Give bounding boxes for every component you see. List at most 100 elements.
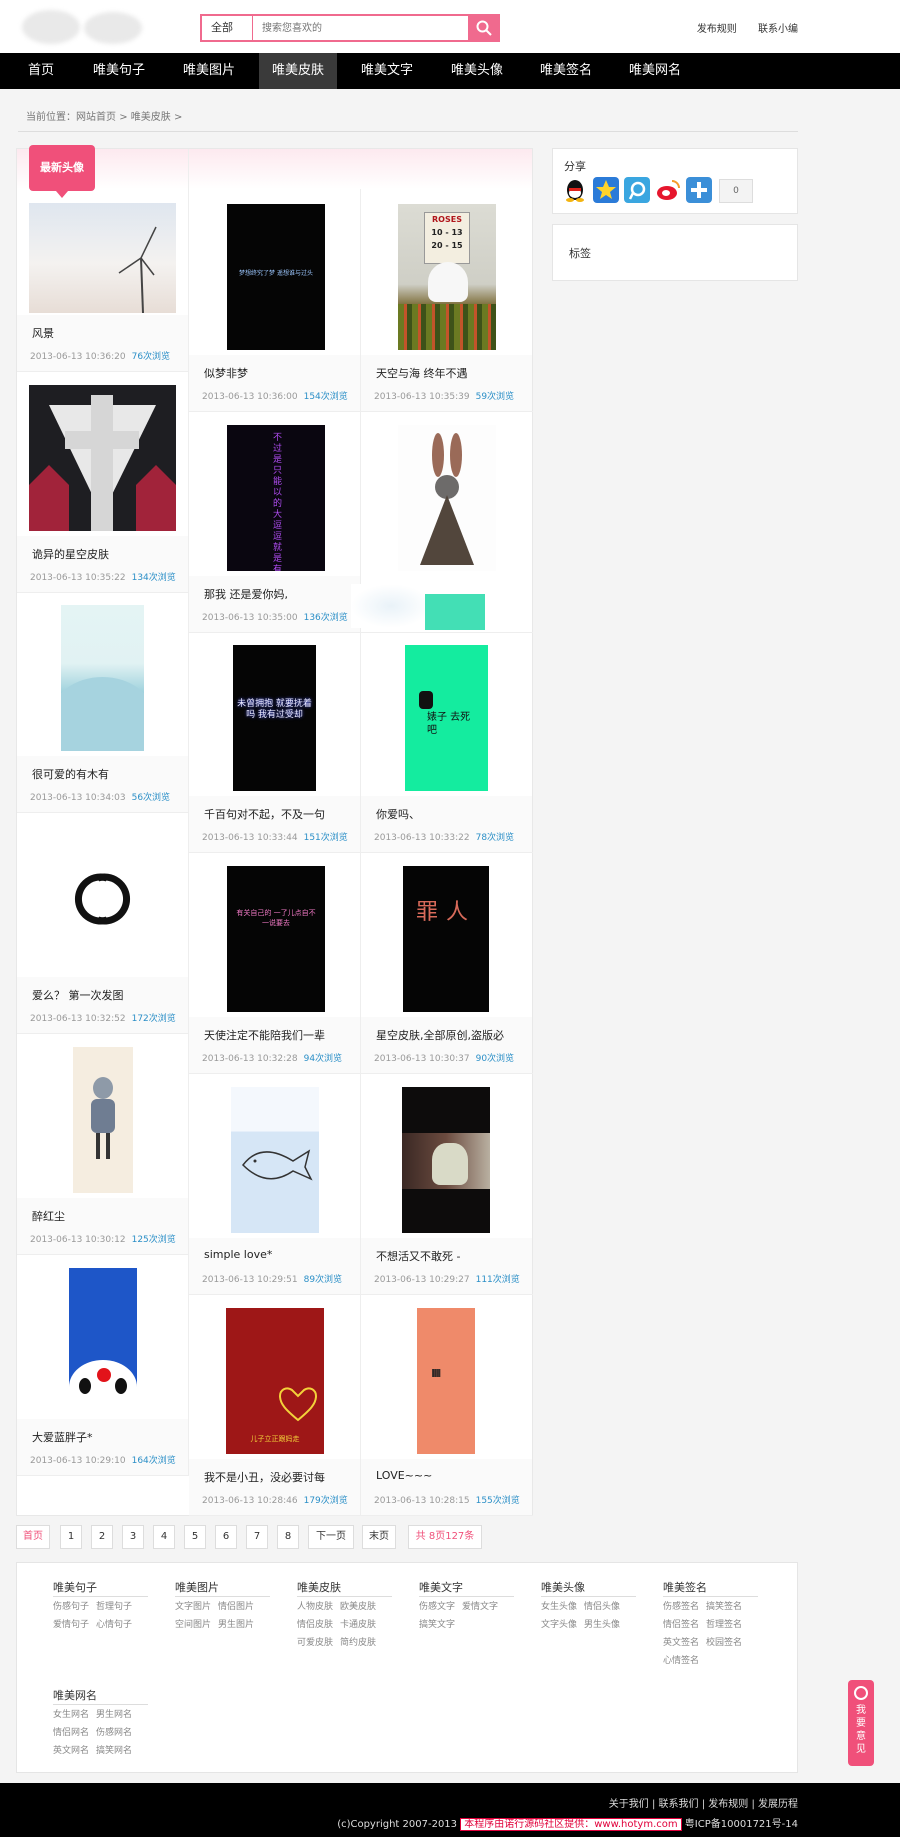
- card-title[interactable]: 很可爱的有木有: [32, 766, 182, 782]
- nav-text[interactable]: 唯美文字: [348, 53, 426, 89]
- page-next[interactable]: 下一页: [308, 1525, 354, 1549]
- footer-link[interactable]: 女生头像: [541, 1602, 577, 1612]
- card-title[interactable]: 似梦非梦: [204, 365, 354, 381]
- footer-link[interactable]: 英文签名: [663, 1638, 699, 1648]
- card-title[interactable]: 诡异的星空皮肤: [32, 546, 182, 562]
- list-item[interactable]: 大爱蓝胖子* 2013-06-13 10:29:10 164次浏览: [17, 1255, 189, 1476]
- nav-nicknames[interactable]: 唯美网名: [616, 53, 694, 89]
- page-first[interactable]: 首页: [16, 1525, 50, 1549]
- list-item[interactable]: 罪人 星空皮肤,全部原创,盗版必 2013-06-13 10:30:37 90次浏…: [361, 853, 533, 1074]
- footer-link[interactable]: 伤感签名: [663, 1602, 699, 1612]
- nav-skins[interactable]: 唯美皮肤: [259, 53, 337, 89]
- card-title[interactable]: 我不是小丑，没必要讨每: [204, 1469, 354, 1485]
- publish-rules-link[interactable]: 发布规则: [697, 24, 737, 35]
- footer-link[interactable]: 伤感网名: [96, 1728, 132, 1738]
- page-number[interactable]: 3: [122, 1525, 144, 1549]
- thumbnail-whale[interactable]: [231, 1087, 319, 1233]
- thumbnail-colorful-text[interactable]: 有关自己的 一了儿点自不一说要去: [227, 866, 325, 1012]
- card-title[interactable]: LOVE~~~: [376, 1469, 526, 1482]
- nav-sentences[interactable]: 唯美句子: [80, 53, 158, 89]
- nav-signatures[interactable]: 唯美签名: [527, 53, 605, 89]
- footer-link[interactable]: 情侣头像: [584, 1602, 620, 1612]
- footer-link[interactable]: 文字头像: [541, 1620, 577, 1630]
- footer-link[interactable]: 哲理签名: [706, 1620, 742, 1630]
- footer-column-title[interactable]: 唯美文字: [419, 1579, 514, 1597]
- thumbnail-doraemon[interactable]: [69, 1268, 137, 1414]
- footer-link[interactable]: 情侣签名: [663, 1620, 699, 1630]
- card-title[interactable]: 星空皮肤,全部原创,盗版必: [376, 1027, 526, 1043]
- about-link[interactable]: 关于我们: [609, 1799, 649, 1810]
- thumbnail-cc-logo[interactable]: [29, 826, 176, 972]
- list-item[interactable]: |||||||||||| LOVE~~~ 2013-06-13 10:28:15…: [361, 1295, 533, 1516]
- footer-link[interactable]: 男生头像: [584, 1620, 620, 1630]
- footer-link[interactable]: 哲理句子: [96, 1602, 132, 1612]
- thumbnail-dark-text[interactable]: 梦想终究了梦 遥想谁与过头: [227, 204, 325, 350]
- search-button[interactable]: [468, 14, 500, 42]
- page-number[interactable]: 8: [277, 1525, 299, 1549]
- card-title[interactable]: 不想活又不敢死 -: [376, 1248, 526, 1264]
- footer-link[interactable]: 爱情文字: [462, 1602, 498, 1612]
- more-share-icon[interactable]: [686, 177, 712, 203]
- list-item[interactable]: 爱么？ 第一次发图 2013-06-13 10:32:52 172次浏览: [17, 813, 189, 1034]
- card-title[interactable]: 爱么？ 第一次发图: [32, 987, 182, 1003]
- thumbnail-cross-forest[interactable]: [29, 385, 176, 531]
- list-item[interactable]: 婊子 去死吧 你爱吗、 2013-06-13 10:33:22 78次浏览: [361, 632, 533, 853]
- page-last[interactable]: 末页: [362, 1525, 396, 1549]
- rules-link[interactable]: 发布规则: [708, 1799, 748, 1810]
- search-category-select[interactable]: 全部: [202, 16, 253, 40]
- footer-link[interactable]: 心情签名: [663, 1656, 699, 1666]
- card-title[interactable]: 天空与海 终年不遇: [376, 365, 526, 381]
- footer-link[interactable]: 搞笑文字: [419, 1620, 455, 1630]
- footer-column-title[interactable]: 唯美网名: [53, 1687, 148, 1705]
- footer-column-title[interactable]: 唯美签名: [663, 1579, 758, 1597]
- thumbnail-sitting-girl[interactable]: [402, 1087, 490, 1233]
- list-item[interactable]: 有关自己的 一了儿点自不一说要去 天使注定不能陪我们一辈 2013-06-13 …: [189, 853, 361, 1074]
- footer-link[interactable]: 简约皮肤: [340, 1638, 376, 1648]
- qq-icon[interactable]: [562, 177, 588, 203]
- footer-link[interactable]: 搞笑网名: [96, 1746, 132, 1756]
- thumbnail-neon-text[interactable]: 未曾拥抱 就要抚着吗 我有过受却: [233, 645, 316, 791]
- page-number[interactable]: 4: [153, 1525, 175, 1549]
- nav-avatars[interactable]: 唯美头像: [438, 53, 516, 89]
- nav-home[interactable]: 首页: [2, 53, 80, 89]
- footer-link[interactable]: 情侣皮肤: [297, 1620, 333, 1630]
- history-link[interactable]: 发展历程: [758, 1799, 798, 1810]
- card-title[interactable]: 千百句对不起，不及一句: [204, 806, 354, 822]
- breadcrumb-current[interactable]: 唯美皮肤: [131, 112, 171, 123]
- list-item[interactable]: 未曾拥抱 就要抚着吗 我有过受却 千百句对不起，不及一句 2013-06-13 …: [189, 632, 361, 853]
- footer-link[interactable]: 男生图片: [218, 1620, 254, 1630]
- footer-link[interactable]: 人物皮肤: [297, 1602, 333, 1612]
- thumbnail-blue-blob[interactable]: [61, 605, 144, 751]
- list-item[interactable]: 诡异的星空皮肤 2013-06-13 10:35:22 134次浏览: [17, 372, 189, 593]
- footer-link[interactable]: 情侣图片: [218, 1602, 254, 1612]
- footer-link[interactable]: 女生网名: [53, 1710, 89, 1720]
- tencent-weibo-icon[interactable]: [624, 177, 650, 203]
- footer-link[interactable]: 搞笑签名: [706, 1602, 742, 1612]
- list-item[interactable]: [351, 412, 533, 633]
- list-item[interactable]: 醉红尘 2013-06-13 10:30:12 125次浏览: [17, 1034, 189, 1255]
- footer-column-title[interactable]: 唯美头像: [541, 1579, 636, 1597]
- qzone-icon[interactable]: [593, 177, 619, 203]
- page-number[interactable]: 2: [91, 1525, 113, 1549]
- footer-link[interactable]: 空间图片: [175, 1620, 211, 1630]
- list-item[interactable]: 不过是只能以的大逗逗 就是有心所思都够的 那我 还是爱你妈, 2013-06-1…: [189, 412, 361, 633]
- site-logo[interactable]: [22, 10, 142, 46]
- page-number[interactable]: 6: [215, 1525, 237, 1549]
- card-title[interactable]: 天使注定不能陪我们一辈: [204, 1027, 354, 1043]
- list-item[interactable]: 不想活又不敢死 - 2013-06-13 10:29:27 111次浏览: [361, 1074, 533, 1295]
- search-input[interactable]: [254, 16, 470, 40]
- footer-link[interactable]: 欧美皮肤: [340, 1602, 376, 1612]
- footer-column-title[interactable]: 唯美皮肤: [297, 1579, 392, 1597]
- card-title[interactable]: 大爱蓝胖子*: [32, 1429, 182, 1445]
- page-number[interactable]: 1: [60, 1525, 82, 1549]
- footer-link[interactable]: 文字图片: [175, 1602, 211, 1612]
- nav-pictures[interactable]: 唯美图片: [170, 53, 248, 89]
- footer-link[interactable]: 英文网名: [53, 1746, 89, 1756]
- thumbnail-red-heart[interactable]: 儿子立正跟妈走: [226, 1308, 324, 1454]
- list-item[interactable]: ROSES 10 - 13 20 - 15 天空与海 终年不遇 2013-06-…: [361, 189, 533, 412]
- thumbnail-purple-text[interactable]: 不过是只能以的大逗逗 就是有心所思都够的: [227, 425, 325, 571]
- thumbnail-sinner-text[interactable]: 罪人: [403, 866, 489, 1012]
- card-title[interactable]: 风景: [32, 325, 182, 341]
- breadcrumb-home[interactable]: 网站首页: [76, 112, 116, 123]
- list-item[interactable]: simple love* 2013-06-13 10:29:51 89次浏览: [189, 1074, 361, 1295]
